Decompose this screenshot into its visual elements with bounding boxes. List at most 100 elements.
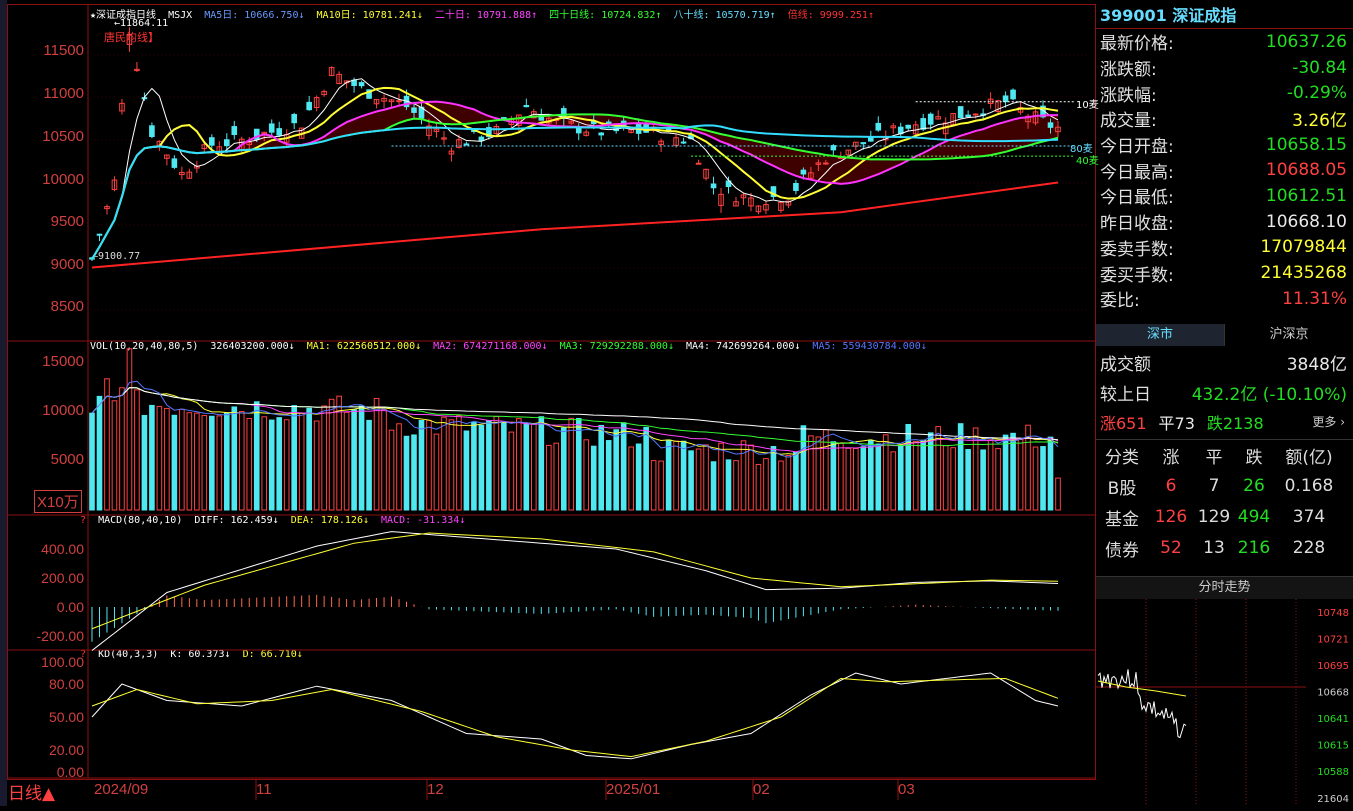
volume-bar <box>703 444 709 511</box>
volume-bar <box>276 417 283 511</box>
turnover-label: 成交额 <box>1100 354 1151 375</box>
volume-bar <box>785 454 792 511</box>
volume-bar <box>905 424 912 511</box>
candle-body <box>478 136 485 142</box>
volume-bar <box>838 442 844 511</box>
quote-label: 最新价格: <box>1100 34 1174 55</box>
volume-bar <box>463 430 470 511</box>
quote-row: 涨跌幅: -0.29% <box>1096 80 1353 106</box>
candle-body <box>149 125 155 138</box>
volume-bar <box>156 405 163 511</box>
volume-bar <box>695 448 702 511</box>
quote-row: 今日最高: 10688.05 <box>1096 157 1353 183</box>
quote-value: 10688.05 <box>1265 160 1347 181</box>
compare-value: 432.2亿 (-10.10%) <box>1191 384 1347 405</box>
table-cell: 13 <box>1203 538 1225 559</box>
tab-sz[interactable]: 深市 <box>1096 323 1224 346</box>
volume-bar <box>987 439 994 511</box>
tab-hsj[interactable]: 沪深京 <box>1224 323 1353 346</box>
candle-body <box>523 104 530 108</box>
volume-bar <box>486 420 492 511</box>
more-link[interactable]: 更多 › <box>1312 413 1345 430</box>
quote-row: 成交量: 3.26亿 <box>1096 106 1353 132</box>
candle-body <box>965 114 971 118</box>
quote-panel: 399001 深证成指 最新价格: 10637.26 涨跌额: -30.84 涨跌幅: -… <box>1096 4 1353 806</box>
volume-bar <box>860 446 867 511</box>
candle-body <box>171 158 178 168</box>
volume-bar <box>912 441 919 511</box>
candle-body <box>306 101 312 111</box>
volume-bar <box>441 416 447 511</box>
volume-bar <box>793 451 799 511</box>
table-cell: 7 <box>1208 476 1220 497</box>
volume-bar <box>179 408 185 511</box>
volume-bar <box>613 429 619 511</box>
intraday-title[interactable]: 分时走势 <box>1096 575 1353 599</box>
table-cell: 494 <box>1237 507 1271 528</box>
volume-bar <box>635 443 642 511</box>
market-tabs[interactable]: 深市 沪深京 <box>1096 323 1353 346</box>
col-header: 涨 <box>1162 447 1180 468</box>
candle-body <box>396 100 402 103</box>
volume-bar <box>96 395 103 511</box>
quote-value: -0.29% <box>1286 83 1347 104</box>
volume-bar <box>725 459 732 511</box>
volume-bar <box>995 448 1001 511</box>
candle-body <box>598 132 605 136</box>
table-row[interactable]: 基金 126 129 494 374 <box>1096 502 1353 533</box>
kd-k-line <box>91 672 1059 760</box>
volume-bar <box>366 419 372 511</box>
candle-body <box>351 79 357 86</box>
candle-body <box>575 127 582 134</box>
quote-value: 10612.51 <box>1265 185 1347 206</box>
volume-bar <box>411 434 417 511</box>
quote-value: 11.31% <box>1282 288 1347 309</box>
volume-bar <box>358 405 365 511</box>
candle-body <box>905 124 912 129</box>
volume-bar <box>418 419 425 511</box>
volume-bar <box>748 444 754 511</box>
table-cell: B股 <box>1107 478 1137 499</box>
volume-bar <box>351 409 357 511</box>
quote-value: -30.84 <box>1292 57 1347 78</box>
volume-bar <box>875 443 882 511</box>
volume-bar <box>1010 432 1016 511</box>
table-cell: 374 <box>1292 507 1326 528</box>
candle-body <box>957 106 964 119</box>
quote-label: 委卖手数: <box>1100 239 1174 260</box>
volume-bar <box>665 439 672 511</box>
intraday-price-line <box>1097 669 1187 739</box>
candle-body <box>268 123 275 133</box>
candle-body <box>680 141 687 144</box>
volume-bar <box>688 450 694 511</box>
kline-chart[interactable] <box>0 0 1097 806</box>
candle-body <box>223 139 230 147</box>
candle-body <box>411 107 417 113</box>
quote-value: 21435268 <box>1260 263 1347 284</box>
volume-bar <box>313 420 320 511</box>
table-row[interactable]: 债券 52 13 216 228 <box>1096 533 1353 564</box>
intraday-axis-label: 10615 <box>1317 740 1349 751</box>
quote-label: 今日最低: <box>1100 188 1174 209</box>
intraday-chart[interactable]: 10748 10721 10695 10668 10641 10615 10588 21604 <box>1096 598 1353 807</box>
candle-body <box>800 169 807 175</box>
candle-body <box>823 162 829 165</box>
ma80-line <box>91 124 1059 260</box>
volume-bar <box>538 416 545 511</box>
volume-bar <box>373 397 380 511</box>
table-row[interactable]: B股 6 7 26 0.168 <box>1096 471 1353 502</box>
candle-body <box>209 137 215 146</box>
volume-bar <box>950 447 956 511</box>
quote-label: 昨日收盘: <box>1100 214 1174 235</box>
table-header: 分类 涨 平 跌 额(亿) <box>1096 440 1353 471</box>
volume-bar <box>853 448 859 511</box>
volume-bar <box>223 412 230 511</box>
volume-bar <box>298 412 305 511</box>
intraday-axis-label: 10588 <box>1317 767 1349 778</box>
volume-bar <box>1002 434 1009 511</box>
table-cell: 26 <box>1243 476 1265 497</box>
volume-bar <box>194 412 200 511</box>
volume-bar <box>545 444 552 511</box>
volume-bar <box>778 460 784 511</box>
volume-bar <box>553 442 560 511</box>
